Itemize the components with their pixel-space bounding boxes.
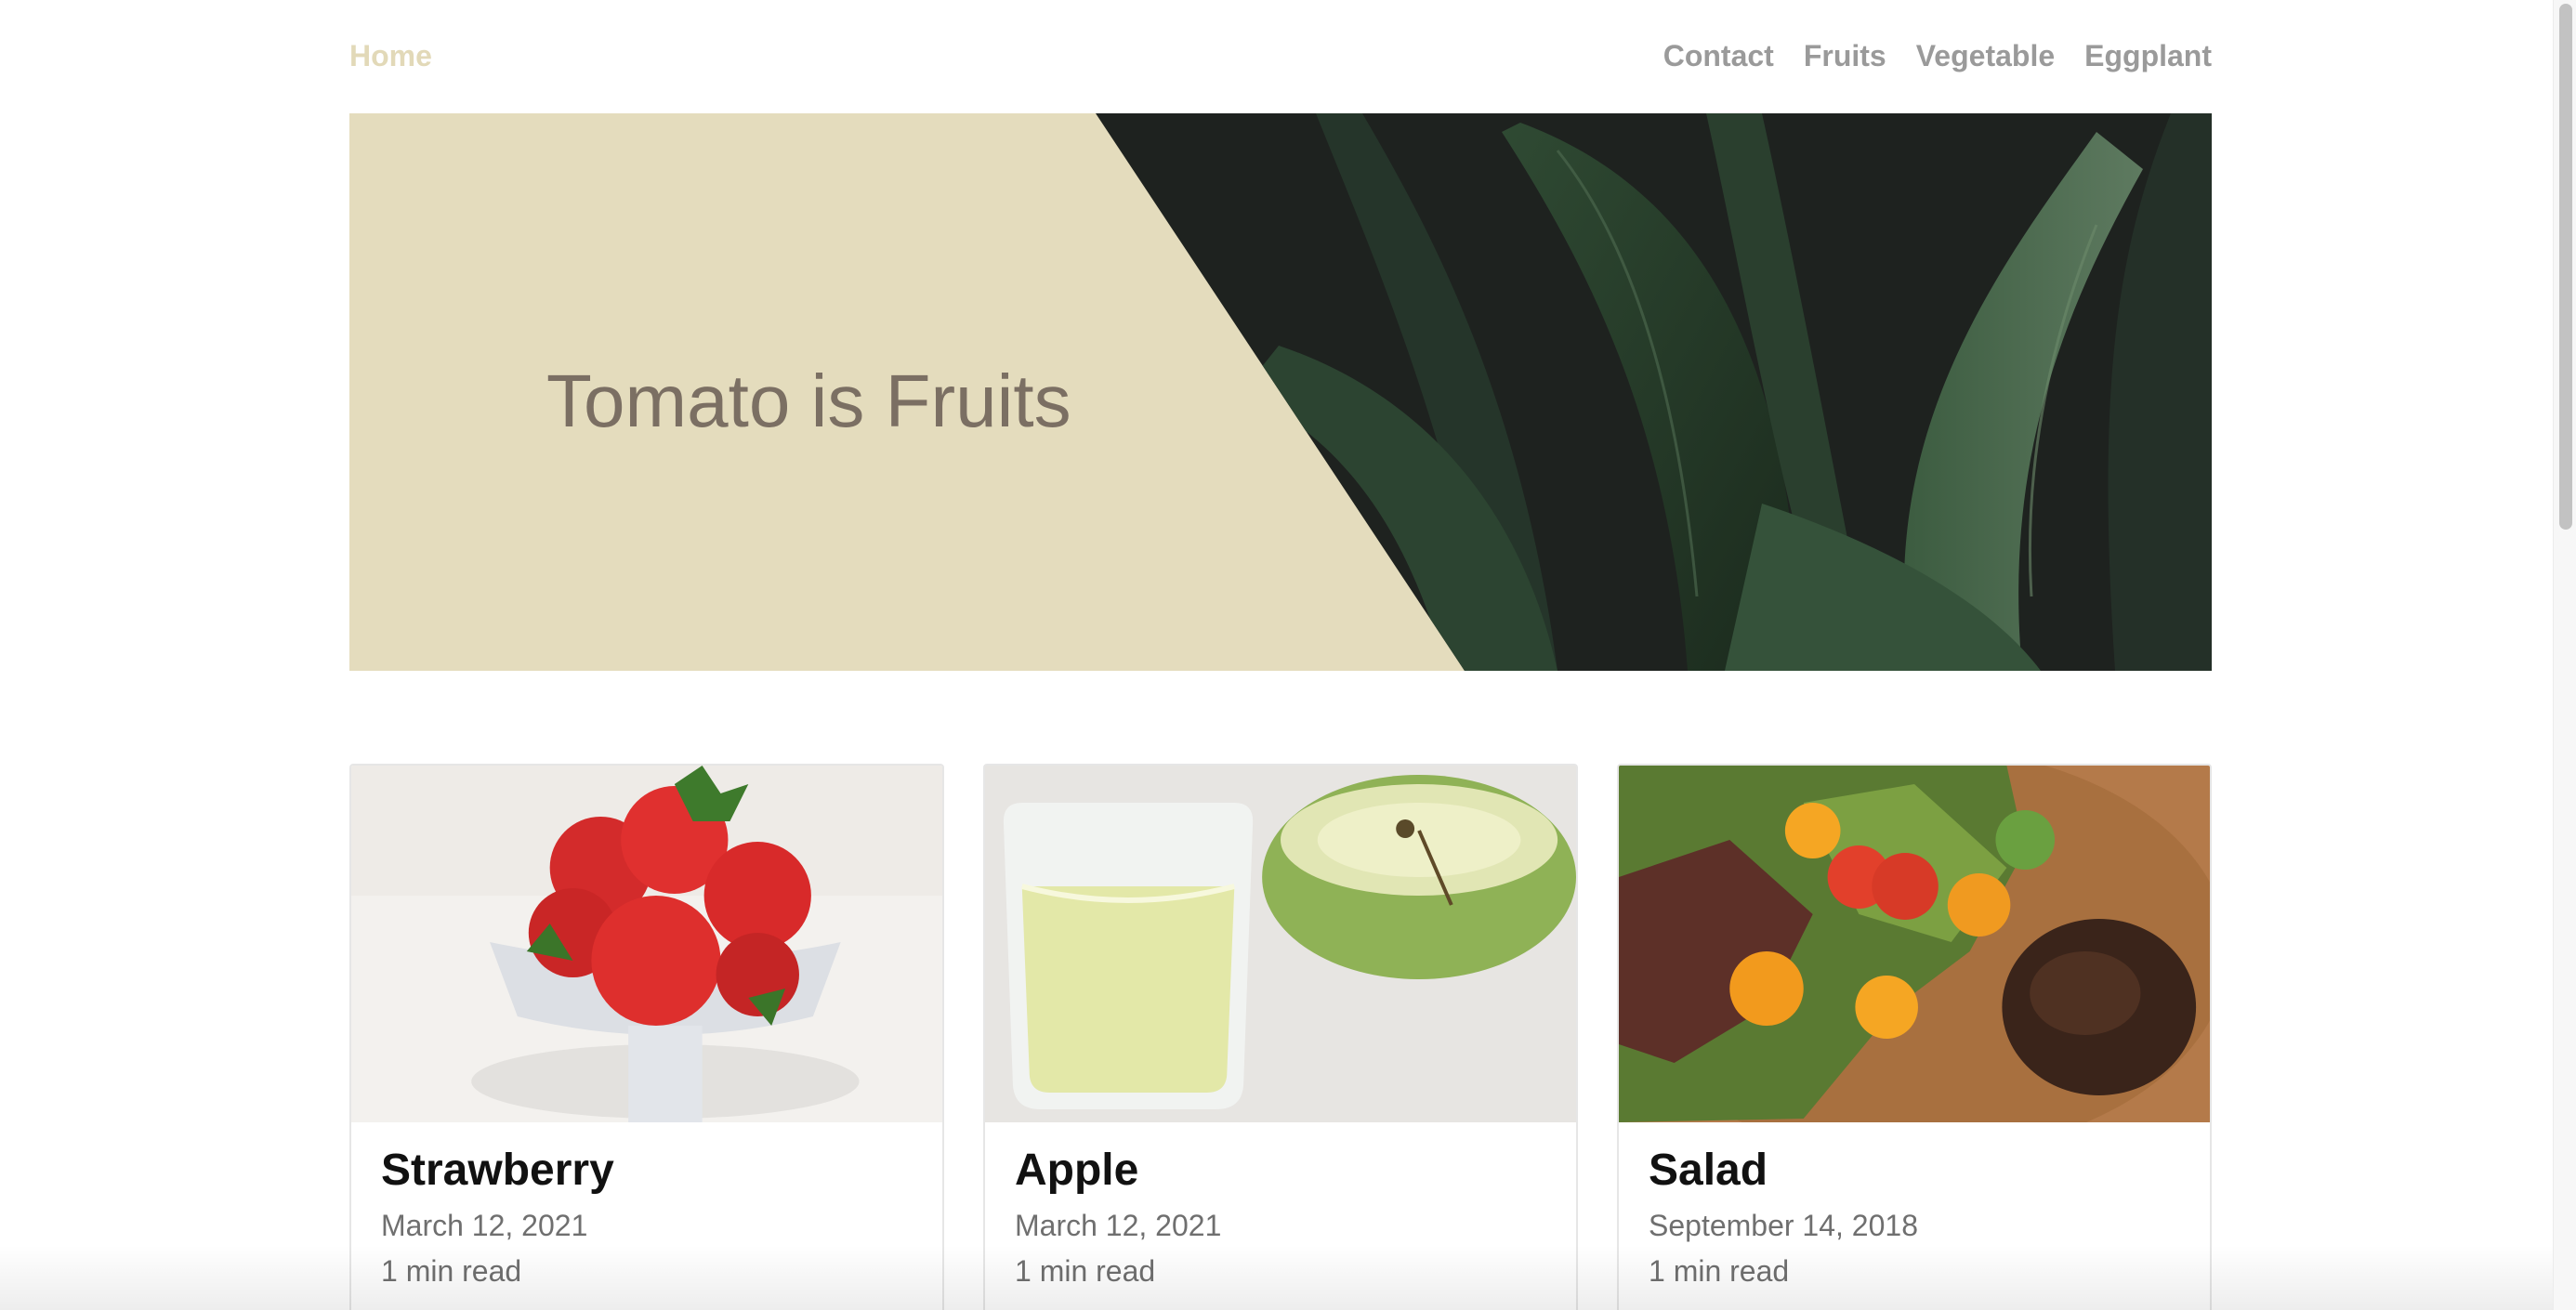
post-card-strawberry[interactable]: Strawberry March 12, 2021 1 min read [349, 764, 944, 1310]
nav-link-vegetable[interactable]: Vegetable [1916, 39, 2055, 73]
card-body: Strawberry March 12, 2021 1 min read [351, 1122, 942, 1289]
nav-link-fruits[interactable]: Fruits [1804, 39, 1886, 73]
salad-photo [1619, 766, 2210, 1122]
hero-title: Tomato is Fruits [546, 360, 1071, 442]
nav-link-eggplant[interactable]: Eggplant [2084, 39, 2212, 73]
card-title[interactable]: Apple [1015, 1146, 1546, 1196]
post-cards: Strawberry March 12, 2021 1 min read App… [349, 764, 2212, 1310]
hero-banner: Tomato is Fruits [349, 113, 2212, 671]
card-title[interactable]: Strawberry [381, 1146, 913, 1196]
nav-links: Contact Fruits Vegetable Eggplant [1663, 39, 2212, 73]
card-date: March 12, 2021 [381, 1208, 588, 1242]
post-card-salad[interactable]: Salad September 14, 2018 1 min read [1617, 764, 2212, 1310]
card-body: Salad September 14, 2018 1 min read [1619, 1122, 2210, 1289]
strawberries-photo [351, 766, 942, 1122]
nav-link-contact[interactable]: Contact [1663, 39, 1774, 73]
card-title[interactable]: Salad [1649, 1146, 2180, 1196]
nav-home-link[interactable]: Home [349, 39, 432, 73]
scrollbar-thumb[interactable] [2559, 4, 2572, 530]
card-read-time: 1 min read [381, 1253, 522, 1288]
post-card-apple[interactable]: Apple March 12, 2021 1 min read [983, 764, 1578, 1310]
card-body: Apple March 12, 2021 1 min read [985, 1122, 1576, 1289]
vertical-scrollbar[interactable] [2553, 0, 2576, 1310]
apple-juice-photo [985, 766, 1576, 1122]
top-nav: Home Contact Fruits Vegetable Eggplant [349, 26, 2212, 85]
page: Home Contact Fruits Vegetable Eggplant T… [0, 0, 2576, 1310]
card-read-time: 1 min read [1015, 1253, 1156, 1288]
card-read-time: 1 min read [1649, 1253, 1790, 1288]
card-date: September 14, 2018 [1649, 1208, 1918, 1242]
card-date: March 12, 2021 [1015, 1208, 1222, 1242]
